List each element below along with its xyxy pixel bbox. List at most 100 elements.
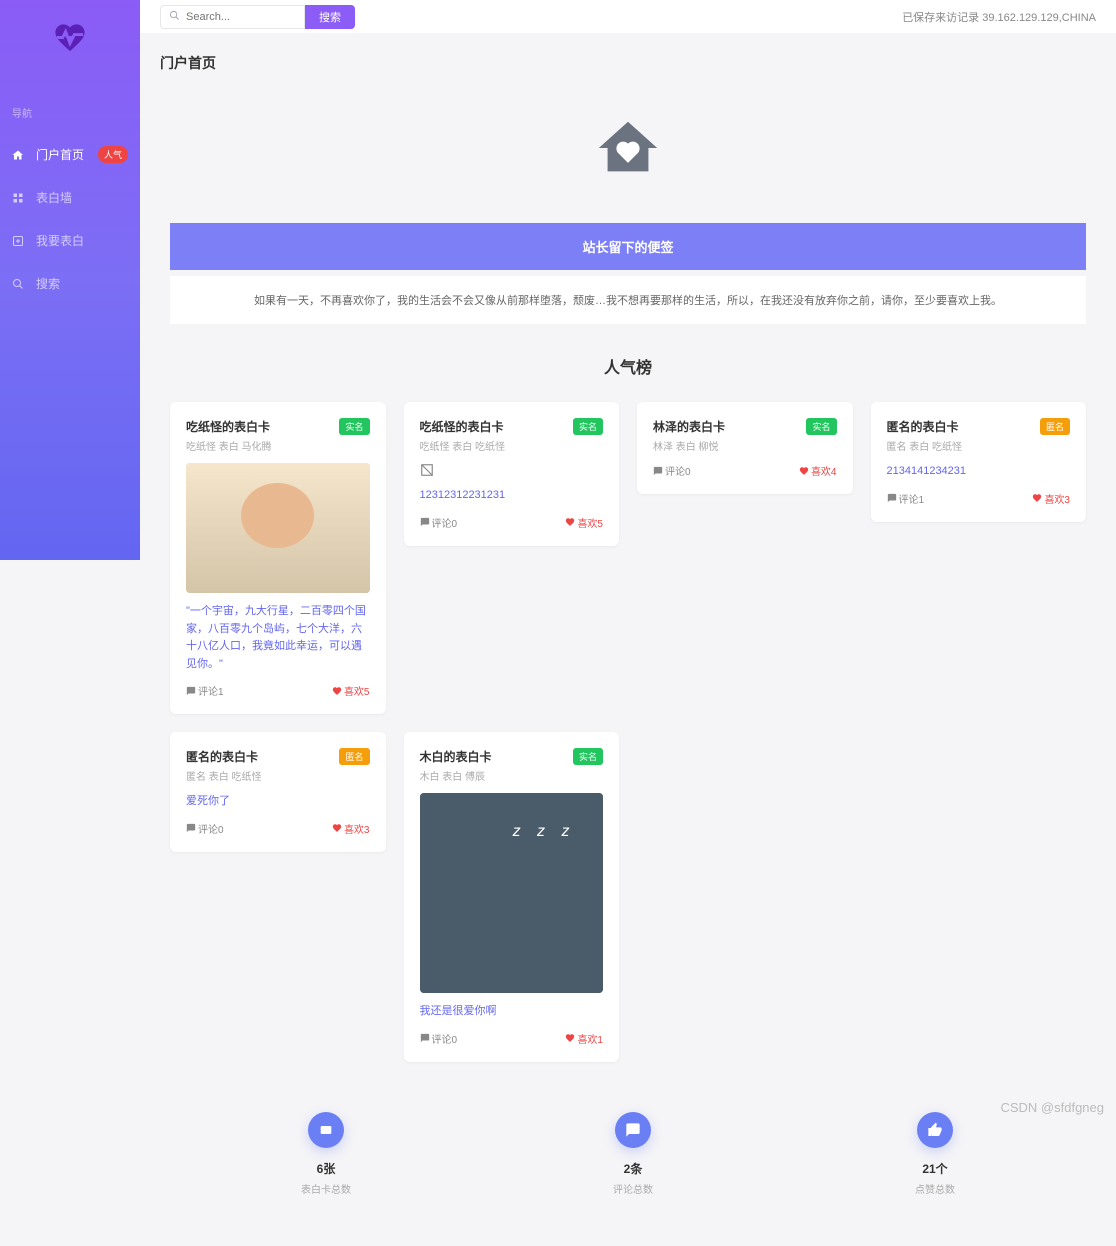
like-count[interactable]: 喜欢5 — [565, 515, 603, 530]
card-text: "一个宇宙，九大行星，二百零四个国家，八百零九个岛屿，七个大洋，六十八亿人口，我… — [186, 603, 370, 673]
card-header: 林泽的表白卡 林泽 表白 柳悦 实名 — [653, 418, 837, 453]
comment-count[interactable]: 评论1 — [186, 683, 224, 698]
comment-count[interactable]: 评论0 — [653, 463, 691, 478]
sidebar-item-confess[interactable]: 我要表白 — [0, 224, 140, 257]
sidebar-item-label: 搜索 — [36, 275, 60, 292]
card-footer: 评论0 喜欢4 — [653, 463, 837, 478]
heart-icon — [799, 466, 809, 476]
like-count[interactable]: 喜欢4 — [799, 463, 837, 478]
heart-icon — [332, 823, 342, 833]
logo-heart-icon — [50, 20, 90, 55]
card-image — [420, 793, 604, 993]
logo — [0, 20, 140, 55]
main-content: 搜索 已保存来访记录 39.162.129.129,CHINA 门户首页 站长留… — [140, 0, 1116, 1246]
card-footer: 评论1 喜欢5 — [186, 683, 370, 698]
heart-icon — [565, 517, 575, 527]
search-button[interactable]: 搜索 — [305, 5, 355, 29]
sidebar-item-label: 门户首页 — [36, 146, 84, 163]
sidebar-item-wall[interactable]: 表白墙 — [0, 181, 140, 214]
nav-section-label: 导航 — [0, 105, 140, 120]
like-count[interactable]: 喜欢5 — [332, 683, 370, 698]
card-footer: 评论1 喜欢3 — [887, 491, 1071, 506]
stat-icon-circle — [308, 1112, 344, 1148]
stat-value: 6张 — [301, 1160, 351, 1177]
grid-icon — [12, 191, 26, 205]
topbar: 搜索 已保存来访记录 39.162.129.129,CHINA — [140, 0, 1116, 33]
hero-icon — [160, 113, 1096, 183]
card-tag: 匿名 — [1040, 418, 1070, 435]
confession-card[interactable]: 木白的表白卡 木白 表白 傅辰 实名 我还是很爱你啊 评论0 喜欢1 — [404, 732, 620, 1062]
card-header: 吃纸怪的表白卡 吃纸怪 表白 马化腾 实名 — [186, 418, 370, 453]
comment-count[interactable]: 评论0 — [420, 1031, 458, 1046]
stat-label: 表白卡总数 — [301, 1181, 351, 1196]
card-title: 匿名的表白卡 — [887, 418, 963, 435]
confession-card[interactable]: 吃纸怪的表白卡 吃纸怪 表白 马化腾 实名 "一个宇宙，九大行星，二百零四个国家… — [170, 402, 386, 714]
comment-count[interactable]: 评论1 — [887, 491, 925, 506]
search-box — [160, 5, 305, 29]
card-subtitle: 吃纸怪 表白 吃纸怪 — [420, 438, 506, 453]
card-icon — [318, 1122, 334, 1138]
like-count[interactable]: 喜欢1 — [565, 1031, 603, 1046]
thumb-icon — [927, 1122, 943, 1138]
stats-row: 6张 表白卡总数 2条 评论总数 21个 点赞总数 — [160, 1112, 1096, 1196]
like-count[interactable]: 喜欢3 — [1032, 491, 1070, 506]
comment-count[interactable]: 评论0 — [186, 821, 224, 836]
card-tag: 匿名 — [339, 748, 369, 765]
card-title: 匿名的表白卡 — [186, 748, 262, 765]
page-content: 门户首页 站长留下的便签 如果有一天，不再喜欢你了，我的生活会不会又像从前那样堕… — [140, 33, 1116, 1246]
heart-icon — [565, 1033, 575, 1043]
card-footer: 评论0 喜欢5 — [420, 515, 604, 530]
card-footer: 评论0 喜欢1 — [420, 1031, 604, 1046]
card-image — [186, 463, 370, 593]
confession-card[interactable]: 匿名的表白卡 匿名 表白 吃纸怪 匿名 爱死你了 评论0 喜欢3 — [170, 732, 386, 852]
card-subtitle: 木白 表白 傅辰 — [420, 768, 492, 783]
card-tag: 实名 — [573, 418, 603, 435]
card-subtitle: 林泽 表白 柳悦 — [653, 438, 725, 453]
house-heart-icon — [593, 113, 663, 183]
card-text: 我还是很爱你啊 — [420, 1003, 604, 1021]
like-count[interactable]: 喜欢3 — [332, 821, 370, 836]
comment-icon — [420, 1033, 430, 1043]
section-title: 人气榜 — [160, 354, 1096, 378]
card-text: 2134141234231 — [887, 463, 1071, 481]
admin-note-title: 站长留下的便签 — [170, 223, 1086, 270]
sidebar: 导航 门户首页 人气 表白墙 我要表白 搜索 — [0, 0, 140, 560]
comment-count[interactable]: 评论0 — [420, 515, 458, 530]
home-icon — [12, 148, 26, 162]
comment-icon — [420, 517, 430, 527]
card-text: 爱死你了 — [186, 793, 370, 811]
search-icon — [169, 8, 180, 26]
nav-badge-hot: 人气 — [98, 146, 128, 163]
confession-card[interactable]: 吃纸怪的表白卡 吃纸怪 表白 吃纸怪 实名 12312312231231 评论0… — [404, 402, 620, 546]
search-input[interactable] — [186, 11, 296, 23]
comment-icon — [186, 686, 196, 696]
heart-icon — [1032, 493, 1042, 503]
sidebar-item-home[interactable]: 门户首页 人气 — [0, 138, 140, 171]
page-title: 门户首页 — [160, 53, 1096, 73]
visit-record: 已保存来访记录 39.162.129.129,CHINA — [902, 9, 1096, 25]
card-header: 匿名的表白卡 匿名 表白 吃纸怪 匿名 — [887, 418, 1071, 453]
confession-card[interactable]: 匿名的表白卡 匿名 表白 吃纸怪 匿名 2134141234231 评论1 喜欢… — [871, 402, 1087, 522]
search-wrap: 搜索 — [160, 5, 355, 29]
card-header: 匿名的表白卡 匿名 表白 吃纸怪 匿名 — [186, 748, 370, 783]
stat-icon-circle — [615, 1112, 651, 1148]
card-subtitle: 匿名 表白 吃纸怪 — [887, 438, 963, 453]
cards-grid: 吃纸怪的表白卡 吃纸怪 表白 马化腾 实名 "一个宇宙，九大行星，二百零四个国家… — [160, 402, 1096, 1062]
stat-value: 2条 — [613, 1160, 653, 1177]
card-tag: 实名 — [806, 418, 836, 435]
card-header: 吃纸怪的表白卡 吃纸怪 表白 吃纸怪 实名 — [420, 418, 604, 453]
stat-item: 2条 评论总数 — [613, 1112, 653, 1196]
comment-icon — [653, 466, 663, 476]
card-tag: 实名 — [573, 748, 603, 765]
stat-item: 6张 表白卡总数 — [301, 1112, 351, 1196]
confession-card[interactable]: 林泽的表白卡 林泽 表白 柳悦 实名 评论0 喜欢4 — [637, 402, 853, 494]
stat-label: 评论总数 — [613, 1181, 653, 1196]
stat-label: 点赞总数 — [915, 1181, 955, 1196]
sidebar-item-search[interactable]: 搜索 — [0, 267, 140, 300]
card-subtitle: 匿名 表白 吃纸怪 — [186, 768, 262, 783]
card-title: 林泽的表白卡 — [653, 418, 725, 435]
comment-icon — [625, 1122, 641, 1138]
card-header: 木白的表白卡 木白 表白 傅辰 实名 — [420, 748, 604, 783]
watermark: CSDN @sfdfgneg — [1000, 1100, 1104, 1115]
card-footer: 评论0 喜欢3 — [186, 821, 370, 836]
